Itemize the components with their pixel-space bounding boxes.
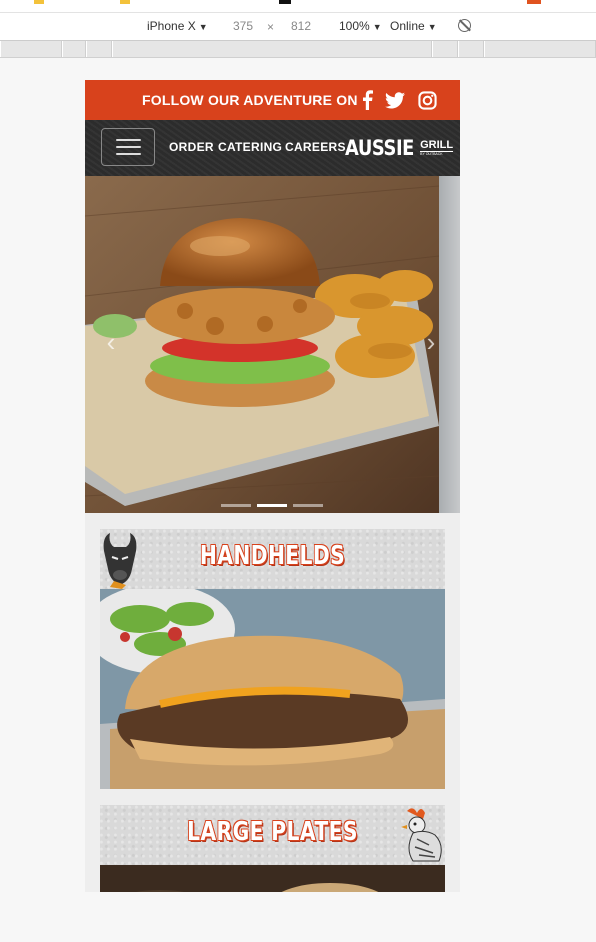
width-input[interactable]: 375: [233, 19, 253, 33]
site-navbar: ORDER CATERING CAREERS AUSSIE GRILL BY O…: [85, 120, 460, 176]
hero-carousel[interactable]: ‹ ›: [85, 176, 460, 513]
menu-card-handhelds[interactable]: HANDHELDS: [100, 529, 445, 789]
carousel-indicator[interactable]: [293, 504, 323, 507]
carousel-next-icon[interactable]: ›: [423, 328, 439, 356]
hamburger-icon: [116, 139, 141, 141]
ruler-segment[interactable]: [458, 41, 484, 57]
browser-tab-strip: [0, 0, 596, 13]
ruler-segment[interactable]: [86, 41, 112, 57]
section-title: HANDHELDS: [199, 541, 346, 571]
aussie-grill-logo[interactable]: AUSSIE GRILL BY OUTBACK: [345, 133, 454, 163]
section-banner: LARGE PLATES: [100, 805, 445, 865]
follow-bar: FOLLOW OUR ADVENTURE ON: [85, 80, 460, 120]
ruler-segment[interactable]: [484, 41, 596, 57]
carousel-prev-icon[interactable]: ‹: [103, 328, 119, 356]
nav-catering[interactable]: CATERING: [218, 140, 282, 154]
device-toolbar: iPhone X ▼ 375 × 812 100% ▼ Online ▼: [0, 13, 596, 41]
height-input[interactable]: 812: [291, 19, 311, 33]
instagram-icon[interactable]: [416, 90, 438, 110]
follow-text: FOLLOW OUR ADVENTURE ON: [142, 92, 358, 108]
ruler-segment[interactable]: [112, 41, 432, 57]
chicken-sandwich-image: [85, 176, 440, 513]
section-title: LARGE PLATES: [187, 817, 358, 847]
twitter-icon[interactable]: [384, 90, 406, 110]
media-query-ruler: [0, 41, 596, 58]
carousel-indicators: [221, 504, 323, 507]
nav-careers[interactable]: CAREERS: [285, 140, 346, 154]
hamburger-menu-button[interactable]: [101, 128, 155, 166]
large-plates-image: [100, 865, 445, 892]
carousel-indicator[interactable]: [221, 504, 251, 507]
menu-card-large-plates[interactable]: LARGE PLATES: [100, 805, 445, 892]
device-viewport: FOLLOW OUR ADVENTURE ON ORDER CATERING C…: [85, 80, 460, 892]
bull-mascot-icon: [103, 533, 137, 589]
rotate-icon: [458, 19, 471, 32]
nav-order[interactable]: ORDER: [169, 140, 214, 154]
tab-favicon-icon: [120, 0, 130, 4]
handhelds-image: [100, 589, 445, 789]
logo-wordmark: AUSSIE: [345, 136, 414, 160]
carousel-indicator[interactable]: [257, 504, 287, 507]
tab-favicon-icon: [34, 0, 44, 4]
tab-favicon-icon: [279, 0, 291, 4]
next-slide-peek: [439, 176, 460, 513]
zoom-select[interactable]: 100% ▼: [339, 19, 382, 33]
tab-favicon-icon: [527, 0, 541, 4]
ruler-segment[interactable]: [62, 41, 86, 57]
rotate-button[interactable]: [458, 19, 471, 33]
ruler-segment[interactable]: [432, 41, 458, 57]
logo-sub-text: BY OUTBACK: [420, 151, 443, 156]
section-banner: HANDHELDS: [100, 529, 445, 589]
network-select[interactable]: Online ▼: [390, 19, 437, 33]
logo-grill-text: GRILL: [420, 138, 454, 152]
dimension-separator: ×: [267, 20, 275, 34]
facebook-icon[interactable]: [359, 90, 375, 110]
device-select[interactable]: iPhone X ▼: [147, 19, 208, 33]
ruler-segment[interactable]: [0, 41, 62, 57]
